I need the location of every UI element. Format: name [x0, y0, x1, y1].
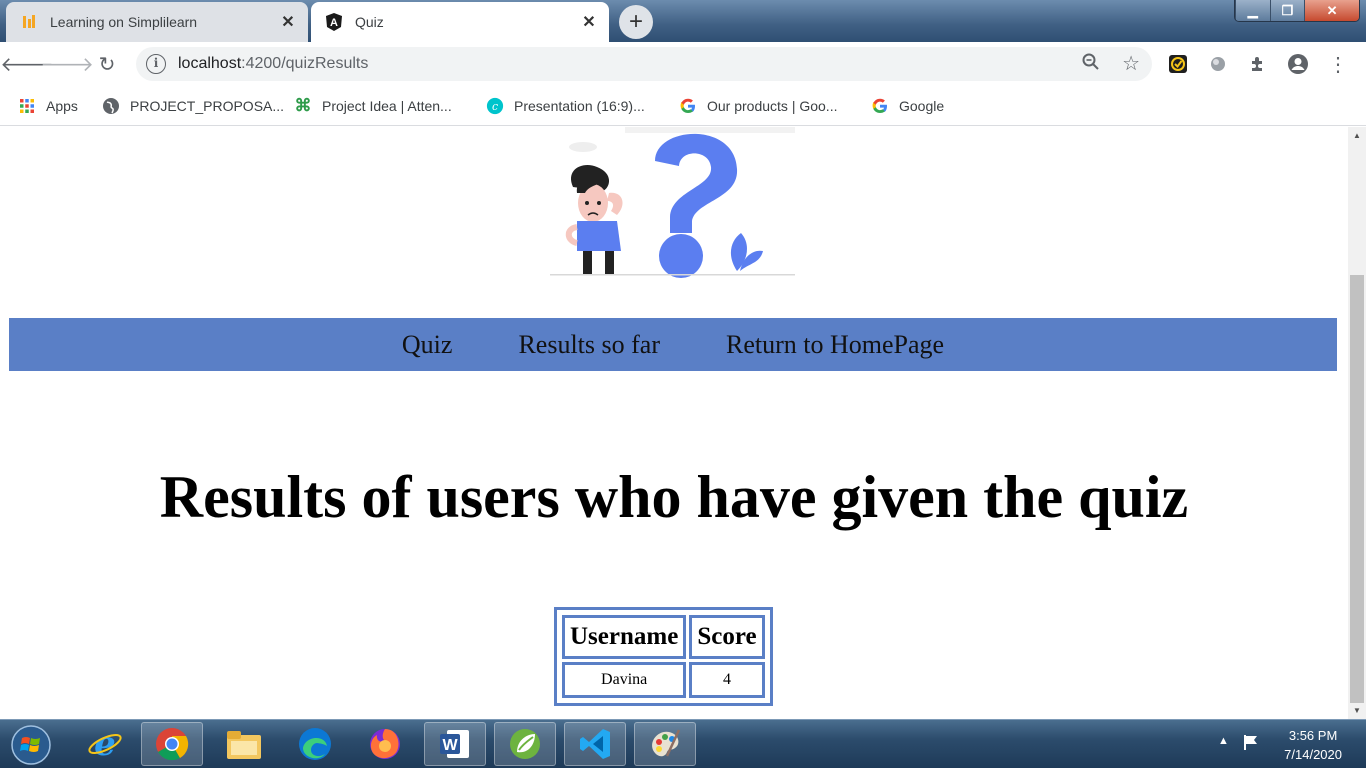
forward-icon[interactable]: 🡒 — [40, 50, 94, 78]
maximize-icon[interactable]: ❐ — [1269, 0, 1305, 21]
internet-explorer-icon[interactable]: e — [74, 722, 136, 766]
spring-tools-icon[interactable] — [494, 722, 556, 766]
column-header-score: Score — [689, 615, 765, 659]
bookmark-label: Our products | Goo... — [707, 98, 838, 114]
username-cell: Davina — [562, 662, 687, 698]
table-row: Davina 4 — [562, 662, 765, 698]
simplilearn-icon — [20, 13, 38, 31]
bookmark-project-proposal[interactable]: PROJECT_PROPOSA... — [102, 95, 284, 117]
tab-strip: Learning on Simplilearn ✕ A Quiz ✕ + ▁ ❐… — [0, 0, 1366, 42]
scrollbar-thumb[interactable] — [1350, 275, 1364, 703]
clock-date: 7/14/2020 — [1284, 747, 1342, 762]
window-close-icon[interactable]: ✕ — [1304, 0, 1359, 21]
bookmark-label: Presentation (16:9)... — [514, 98, 645, 114]
site-info-icon[interactable]: i — [146, 54, 166, 74]
google-icon — [871, 97, 889, 115]
close-tab-icon[interactable]: ✕ — [579, 12, 599, 32]
globe-icon — [102, 97, 120, 115]
vscode-icon[interactable] — [564, 722, 626, 766]
page-viewport: Quiz Results so far Return to HomePage R… — [0, 127, 1348, 719]
scroll-up-icon[interactable]: ▲ — [1348, 127, 1366, 144]
tab-title: Learning on Simplilearn — [50, 14, 198, 30]
bookmark-apps[interactable]: Apps — [18, 95, 78, 117]
tab-simplilearn[interactable]: Learning on Simplilearn ✕ — [6, 2, 308, 42]
table-header-row: Username Score — [562, 615, 765, 659]
angular-icon: A — [325, 13, 343, 31]
reload-icon[interactable]: ↻ — [93, 50, 121, 78]
zoom-icon[interactable] — [1082, 53, 1100, 76]
browser-toolbar: 🡐 🡒 ↻ i localhost:4200/quizResults ☆ ⋮ — [0, 42, 1366, 86]
windows-taskbar: e W ▲ 3:56 PM 7/14/2020 — [0, 719, 1366, 768]
svg-text:c: c — [492, 100, 498, 113]
firefox-icon[interactable] — [354, 722, 416, 766]
bookmark-google[interactable]: Google — [871, 95, 944, 117]
url-text[interactable]: localhost:4200/quizResults — [178, 55, 368, 73]
quiz-navbar: Quiz Results so far Return to HomePage — [9, 318, 1337, 371]
system-tray: ▲ 3:56 PM 7/14/2020 — [1186, 720, 1366, 769]
extension-circle-icon[interactable] — [1207, 53, 1229, 75]
nav-quiz-link[interactable]: Quiz — [402, 330, 453, 360]
window-controls: ▁ ❐ ✕ — [1234, 0, 1360, 22]
edge-icon[interactable] — [284, 722, 346, 766]
close-tab-icon[interactable]: ✕ — [278, 12, 298, 32]
norton-icon[interactable] — [1167, 53, 1189, 75]
svg-text:A: A — [330, 17, 338, 29]
chrome-icon[interactable] — [141, 722, 203, 766]
nav-home-link[interactable]: Return to HomePage — [726, 330, 944, 360]
extensions-puzzle-icon[interactable] — [1247, 53, 1269, 75]
google-icon — [679, 97, 697, 115]
tab-title: Quiz — [355, 14, 384, 30]
bookmark-label: Apps — [46, 98, 78, 114]
clock-time: 3:56 PM — [1288, 728, 1338, 743]
bookmark-label: Project Idea | Atten... — [322, 98, 452, 114]
nav-results-link[interactable]: Results so far — [518, 330, 660, 360]
page-scrollbar[interactable]: ▲ ▼ — [1348, 127, 1366, 719]
start-button[interactable] — [6, 722, 56, 768]
bookmark-star-icon[interactable]: ☆ — [1122, 51, 1140, 76]
word-icon[interactable]: W — [424, 722, 486, 766]
bookmark-our-products[interactable]: Our products | Goo... — [679, 95, 837, 117]
bookmark-label: PROJECT_PROPOSA... — [130, 98, 285, 114]
windows-logo-icon — [11, 725, 51, 765]
new-tab-button[interactable]: + — [619, 5, 653, 39]
apps-grid-icon — [18, 97, 36, 115]
action-center-flag-icon[interactable] — [1242, 733, 1260, 756]
svg-text:e: e — [94, 726, 116, 762]
profile-icon[interactable] — [1287, 53, 1309, 75]
bookmark-presentation[interactable]: c Presentation (16:9)... — [486, 95, 645, 117]
menu-kebab-icon[interactable]: ⋮ — [1327, 53, 1349, 76]
system-clock[interactable]: 3:56 PM 7/14/2020 — [1284, 726, 1342, 764]
scroll-down-icon[interactable]: ▼ — [1348, 702, 1366, 719]
minimize-icon[interactable]: ▁ — [1235, 0, 1270, 21]
back-icon[interactable]: 🡐 — [0, 50, 54, 78]
canva-icon: c — [486, 97, 504, 115]
bookmark-label: Google — [899, 98, 945, 114]
page-title: Results of users who have given the quiz — [159, 464, 1189, 530]
svg-text:W: W — [442, 737, 458, 754]
column-header-username: Username — [562, 615, 687, 659]
project-idea-icon: ⌘ — [294, 96, 312, 115]
tray-expand-icon[interactable]: ▲ — [1218, 735, 1229, 747]
tab-quiz[interactable]: A Quiz ✕ — [311, 2, 609, 42]
score-cell: 4 — [689, 662, 765, 698]
address-bar[interactable]: i localhost:4200/quizResults ☆ — [136, 47, 1152, 81]
bookmarks-bar: Apps PROJECT_PROPOSA... ⌘ Project Idea |… — [0, 86, 1366, 126]
results-table: Username Score Davina 4 — [554, 607, 773, 706]
file-explorer-icon[interactable] — [213, 722, 275, 766]
confused-person-illustration — [550, 127, 795, 278]
paint-icon[interactable] — [634, 722, 696, 766]
bookmark-project-idea[interactable]: ⌘ Project Idea | Atten... — [294, 95, 452, 117]
